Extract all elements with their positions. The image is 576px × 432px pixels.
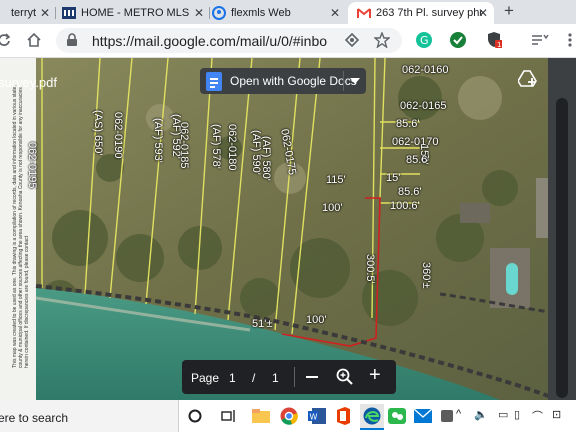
parcel-label: 062-0190 bbox=[112, 112, 124, 159]
tab-separator bbox=[209, 7, 210, 19]
zoom-reset-icon[interactable] bbox=[336, 368, 354, 389]
check-extension-icon[interactable] bbox=[448, 30, 468, 50]
pinned-app-icon[interactable] bbox=[438, 407, 456, 425]
acreage-label: (AF) 578' bbox=[210, 124, 222, 169]
volume-icon[interactable]: 🔈 bbox=[474, 408, 488, 421]
tab-survey-photo[interactable]: 263 7th Pl. survey pho ✕ bbox=[348, 2, 494, 24]
page-number[interactable]: 1 bbox=[229, 371, 236, 385]
reload-icon[interactable] bbox=[0, 30, 14, 50]
search-placeholder: ere to search bbox=[0, 411, 69, 425]
chevron-down-icon[interactable] bbox=[350, 78, 360, 84]
pdf-viewer: This map was created to be used as one. … bbox=[0, 58, 576, 400]
bookmark-star-icon[interactable] bbox=[372, 30, 392, 50]
page-label: Page bbox=[191, 371, 220, 385]
dimension-label: 15' bbox=[386, 172, 401, 184]
dimension-label: 51'± bbox=[252, 318, 273, 330]
dimension-label: 100' bbox=[322, 202, 343, 214]
url-text: https://mail.google.com/mail/u/0/#inbo bbox=[92, 33, 328, 49]
acreage-label: (AS) 650' bbox=[92, 110, 104, 156]
svg-text:G: G bbox=[420, 34, 429, 47]
parcel-label: 062-0195 bbox=[26, 142, 38, 189]
close-icon[interactable]: ✕ bbox=[40, 6, 50, 20]
button-divider bbox=[343, 71, 344, 91]
grammarly-icon[interactable]: G bbox=[414, 30, 434, 50]
dimension-label: 300.5' bbox=[364, 254, 376, 284]
office-icon[interactable] bbox=[334, 407, 352, 425]
menu-icon[interactable] bbox=[560, 30, 576, 50]
page-controls: Page 1 / 1 + bbox=[182, 360, 396, 394]
dimension-label: 100' bbox=[306, 314, 327, 326]
shield-extension-icon[interactable]: 1 bbox=[484, 30, 504, 50]
survey-labels: 062-0195 062-0190 062-0185 062-0180 062-… bbox=[0, 58, 548, 400]
flexmls-icon bbox=[212, 6, 226, 20]
cortana-icon[interactable] bbox=[186, 407, 204, 425]
reading-list-icon[interactable] bbox=[530, 30, 550, 50]
tab-metro-mls[interactable]: HOME - METRO MLS ✕ bbox=[62, 2, 210, 24]
dimension-label: 115' bbox=[326, 174, 346, 186]
tab-terryt[interactable]: terryt ✕ bbox=[0, 2, 56, 24]
battery-icon[interactable]: ▯ bbox=[514, 408, 520, 421]
dimension-label: 100.6' bbox=[390, 200, 420, 212]
close-icon[interactable]: ✕ bbox=[478, 6, 488, 20]
close-icon[interactable]: ✕ bbox=[194, 6, 204, 20]
acreage-label: (AF) 590' bbox=[250, 130, 262, 175]
file-name: survey.pdf bbox=[0, 75, 58, 90]
zoom-in-icon[interactable]: + bbox=[369, 364, 381, 387]
tab-title: HOME - METRO MLS bbox=[81, 7, 190, 19]
notification-icon[interactable]: ⊡ bbox=[552, 408, 561, 421]
acreage-label: (AF) 592' bbox=[170, 114, 182, 159]
parcel-label: 062-0160 bbox=[402, 64, 449, 76]
open-with-label: Open with Google Docs bbox=[230, 74, 357, 88]
browser-toolbar: https://mail.google.com/mail/u/0/#inbo G… bbox=[0, 24, 576, 58]
edge-icon[interactable] bbox=[360, 404, 384, 430]
chevron-up-icon[interactable]: ^ bbox=[456, 408, 461, 420]
task-view-icon[interactable] bbox=[220, 407, 238, 425]
page-total: 1 bbox=[272, 371, 279, 385]
lock-icon bbox=[66, 33, 78, 52]
add-to-drive-icon[interactable] bbox=[516, 66, 540, 90]
zoom-out-icon[interactable] bbox=[306, 376, 318, 378]
network-icon[interactable]: ⌒ bbox=[532, 408, 543, 424]
google-docs-icon bbox=[206, 71, 222, 91]
new-tab-button[interactable]: + bbox=[500, 2, 518, 20]
tab-strip: terryt ✕ HOME - METRO MLS ✕ flexmls Web … bbox=[0, 0, 576, 24]
file-explorer-icon[interactable] bbox=[252, 407, 270, 425]
parcel-label: 062-0165 bbox=[400, 100, 447, 112]
chat-icon[interactable] bbox=[388, 407, 406, 425]
dimension-label: 360'± bbox=[420, 262, 432, 289]
chrome-icon[interactable] bbox=[280, 407, 298, 425]
parcel-label: 062-0170 bbox=[392, 136, 439, 148]
open-with-google-docs-button[interactable]: Open with Google Docs bbox=[200, 68, 366, 94]
tab-title: flexmls Web bbox=[231, 7, 291, 19]
mail-icon[interactable] bbox=[414, 407, 432, 425]
parcel-label: 062-0175 bbox=[278, 128, 299, 176]
vertical-scrollbar[interactable] bbox=[548, 58, 576, 400]
word-icon[interactable]: W bbox=[308, 407, 326, 425]
svg-text:1: 1 bbox=[497, 41, 501, 49]
dimension-label: 85.6' bbox=[396, 118, 420, 130]
parcel-label: 062-0180 bbox=[226, 124, 238, 171]
taskbar-search[interactable]: ere to search bbox=[0, 400, 179, 432]
tab-flexmls[interactable]: flexmls Web ✕ bbox=[212, 2, 346, 24]
dimension-label: 85.6' bbox=[398, 186, 422, 198]
acreage-label: (AF) 593' bbox=[152, 118, 164, 163]
page-separator: / bbox=[252, 371, 256, 385]
tab-separator bbox=[55, 7, 56, 19]
home-icon[interactable] bbox=[24, 30, 44, 50]
svg-text:W: W bbox=[310, 413, 318, 422]
scrollbar-thumb[interactable] bbox=[556, 98, 568, 398]
close-icon[interactable]: ✕ bbox=[330, 6, 340, 20]
dimension-label: 85.6' bbox=[406, 154, 430, 166]
windows-taskbar: ere to search W ^ 🔈 ▭ ▯ ⌒ ⊡ bbox=[0, 400, 576, 432]
tab-title: terryt bbox=[11, 7, 37, 19]
display-icon[interactable]: ▭ bbox=[498, 408, 508, 421]
gmail-icon bbox=[357, 6, 371, 20]
mls-icon bbox=[62, 6, 76, 20]
tab-title: 263 7th Pl. survey pho bbox=[376, 7, 482, 19]
controls-divider bbox=[294, 367, 295, 387]
install-app-icon[interactable] bbox=[342, 30, 362, 50]
